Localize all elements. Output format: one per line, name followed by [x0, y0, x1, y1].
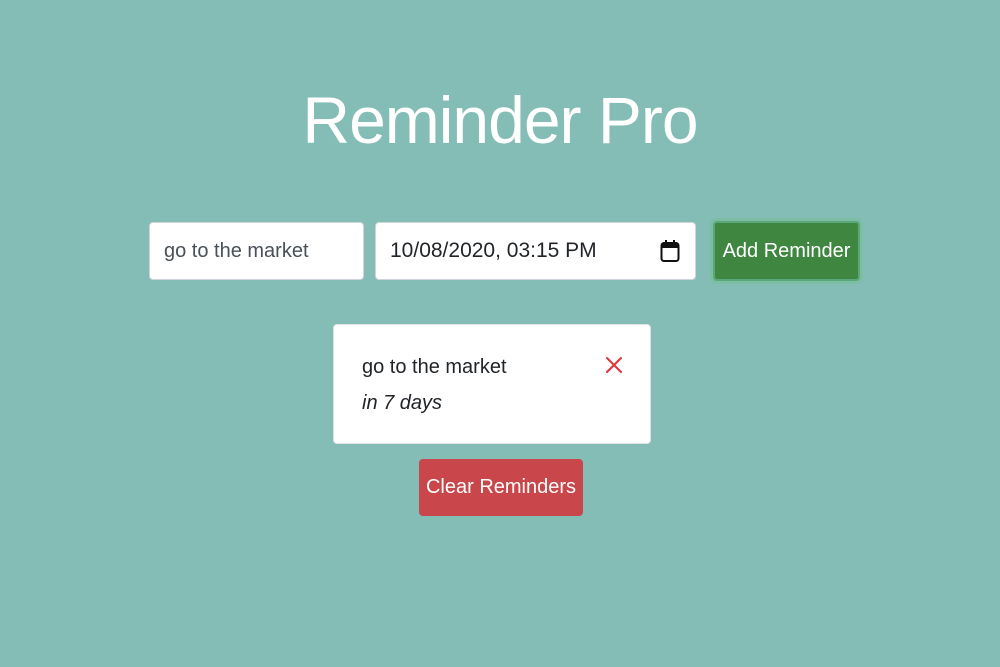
reminder-list: go to the market in 7 days: [333, 324, 651, 444]
reminder-form: 10/08/2020, 03:15 PM Add Reminder: [149, 221, 860, 281]
date-value: 10/08/2020, 03:15 PM: [390, 239, 597, 262]
reminder-due: in 7 days: [362, 392, 443, 414]
reminder-text-input[interactable]: [149, 222, 364, 280]
reminder-date-input[interactable]: 10/08/2020, 03:15 PM: [375, 222, 696, 280]
clear-reminders-button[interactable]: Clear Reminders: [419, 459, 583, 516]
page-title: Reminder Pro: [302, 83, 698, 157]
add-reminder-button[interactable]: Add Reminder: [713, 221, 860, 281]
list-item: go to the market in 7 days: [333, 324, 651, 444]
calendar-icon[interactable]: [659, 238, 681, 264]
reminder-text: go to the market: [362, 356, 507, 378]
close-icon[interactable]: [604, 355, 624, 375]
